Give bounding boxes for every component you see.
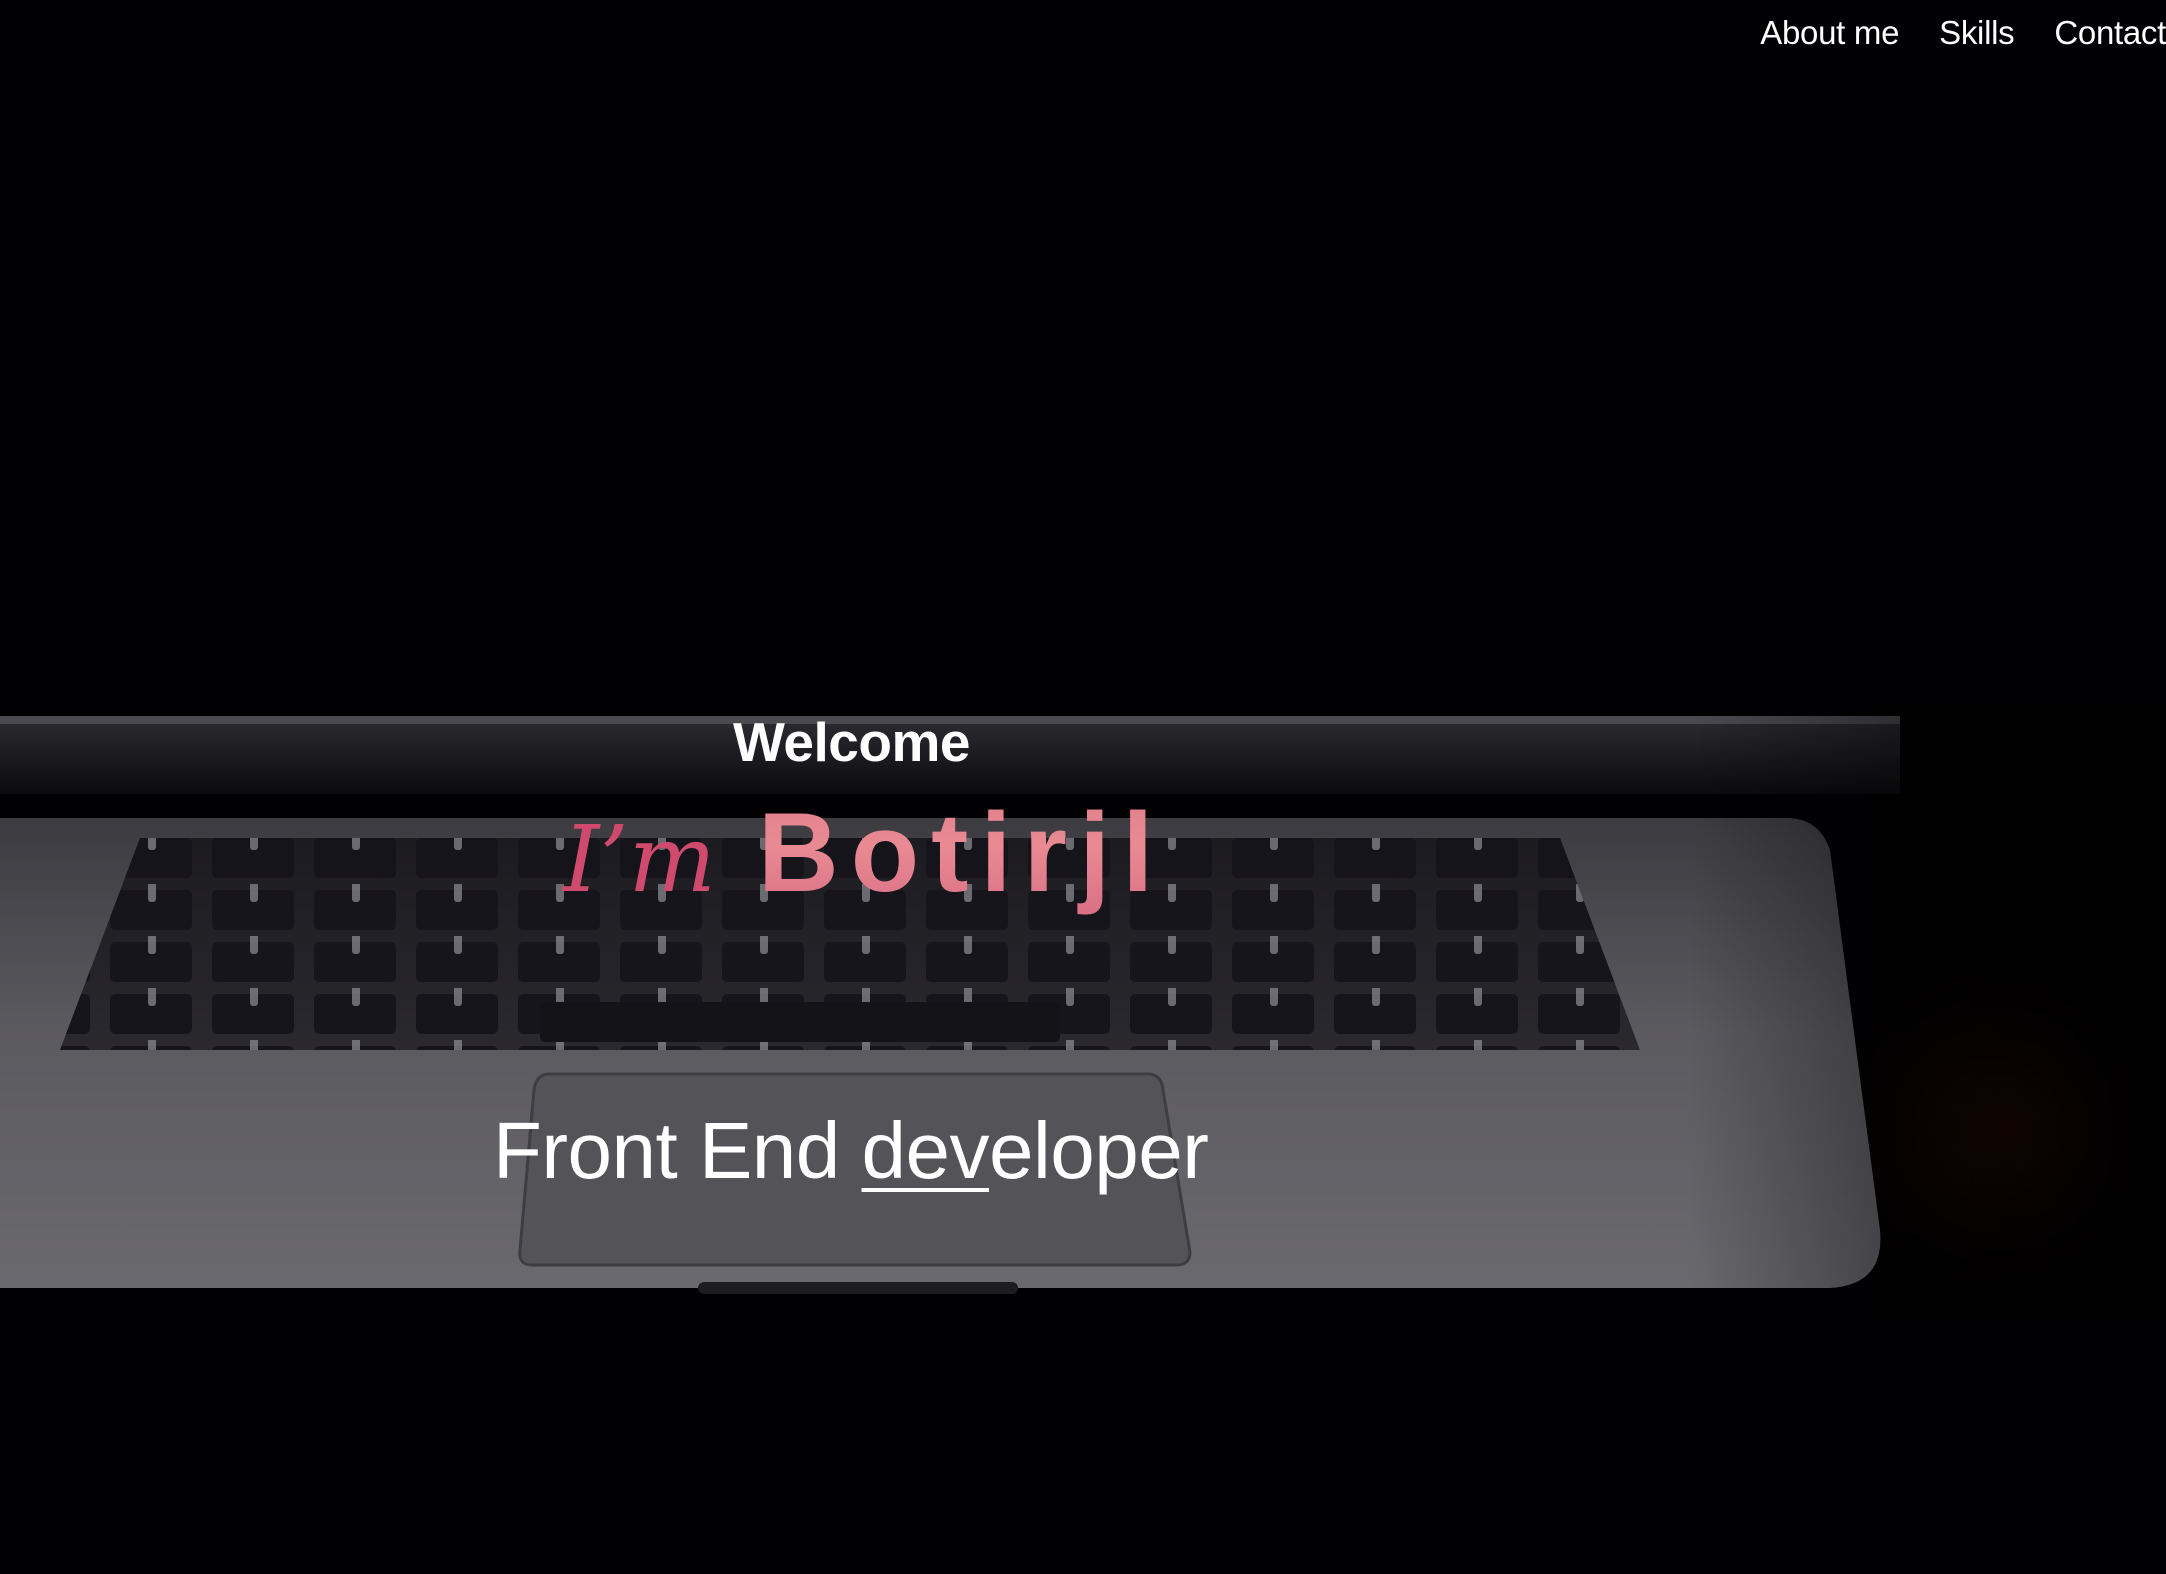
role-typed-underlined: dev	[861, 1106, 990, 1195]
landing-page: About me Skills Contact Welcome I’m Boti…	[0, 0, 2166, 1574]
name-heading: Botirjl	[757, 790, 1166, 915]
role-suffix: eloper	[989, 1106, 1209, 1195]
welcome-heading: Welcome	[733, 711, 970, 773]
laptop-background-image	[0, 700, 2166, 1330]
nav-link-skills[interactable]: Skills	[1939, 14, 2015, 52]
nav-link-contact[interactable]: Contact	[2054, 14, 2166, 52]
nav-link-about-me[interactable]: About me	[1760, 14, 1899, 52]
intro-line: I’m Botirjl	[563, 788, 1165, 917]
role-prefix: Front End	[493, 1106, 862, 1195]
im-label: I’m	[563, 806, 716, 913]
role-typed-text: Front End developer	[493, 1105, 1209, 1197]
top-navigation: About me Skills Contact	[1760, 14, 2166, 52]
